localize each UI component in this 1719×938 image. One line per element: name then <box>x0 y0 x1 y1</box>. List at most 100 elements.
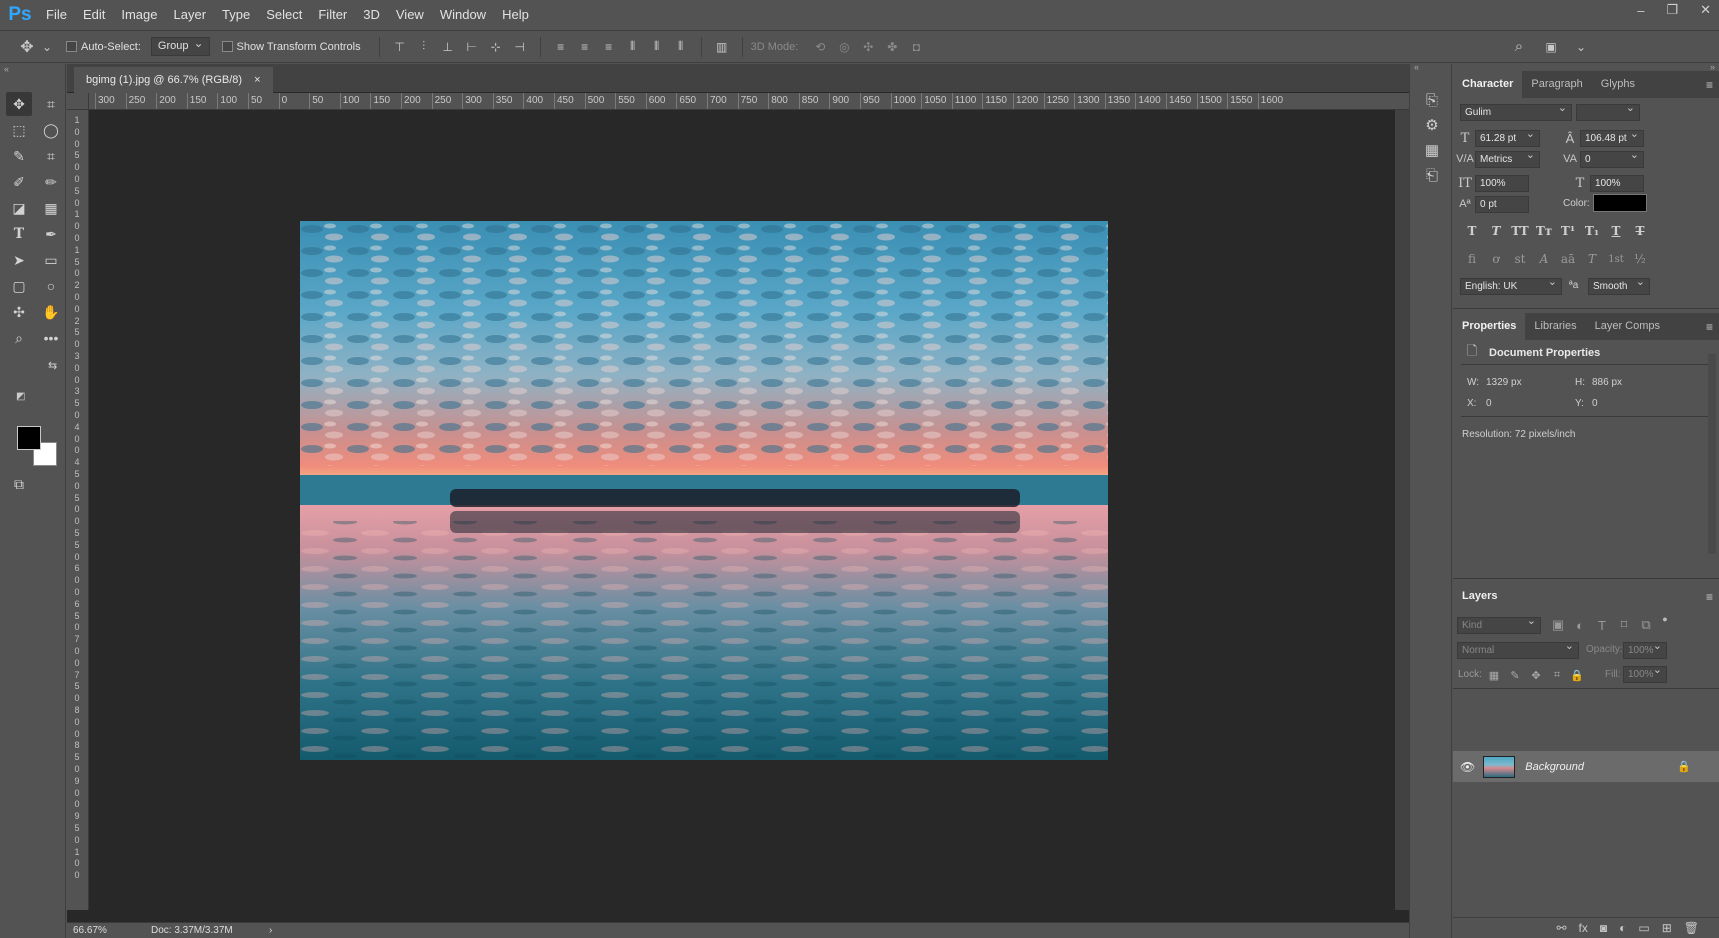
fill-field[interactable]: 100% <box>1623 663 1667 683</box>
tab-glyphs[interactable]: Glyphs <box>1592 71 1644 98</box>
brush-tool-icon[interactable]: ✏ <box>38 170 64 194</box>
superscript-button[interactable]: T¹ <box>1557 222 1579 240</box>
distribute-right-icon[interactable]: ⦀ <box>672 38 690 56</box>
workspace-chevron-icon[interactable]: ⌄ <box>1576 38 1586 56</box>
close-tab-icon[interactable]: × <box>254 74 260 86</box>
horizontal-ruler[interactable]: 300 250 200 150 100 50 0 50 100 150 200 250 300 350 40… <box>89 93 1409 110</box>
menu-layer[interactable]: Layer <box>166 0 215 29</box>
new-adjustment-icon[interactable]: ◐ <box>1619 921 1626 935</box>
paragraph-styles-icon[interactable]: ⎗ <box>1421 164 1443 186</box>
canvas-image[interactable] <box>300 221 1108 760</box>
swap-colors-icon[interactable]: ⇆ <box>48 359 57 372</box>
show-transform-option[interactable]: Show Transform Controls <box>221 41 361 53</box>
auto-align-icon[interactable]: ▥ <box>713 38 731 56</box>
filter-pixel-icon[interactable]: ▣ <box>1549 616 1567 634</box>
lock-image-icon[interactable]: ✎ <box>1506 666 1524 684</box>
tool-preset-chevron-icon[interactable]: ⌄ <box>42 38 52 56</box>
rounded-rect-tool-icon[interactable]: ▢ <box>6 274 32 298</box>
menu-help[interactable]: Help <box>494 0 537 29</box>
distribute-hcenter-icon[interactable]: ⦀ <box>648 38 666 56</box>
marquee-tool-icon[interactable]: ⬚ <box>6 118 32 142</box>
properties-scrollbar[interactable] <box>1708 354 1716 554</box>
channels-icon[interactable]: ⚙ <box>1421 114 1443 136</box>
layer-kind-filter[interactable]: Kind <box>1457 614 1541 634</box>
x-value[interactable]: 0 <box>1486 398 1492 409</box>
show-transform-checkbox[interactable] <box>221 41 233 52</box>
underline-button[interactable]: T <box>1605 222 1627 240</box>
language-select[interactable]: English: UK <box>1460 275 1562 295</box>
align-bottom-icon[interactable]: ⊥ <box>439 38 457 56</box>
eraser-tool-icon[interactable]: ◪ <box>6 196 32 220</box>
small-caps-button[interactable]: Tт <box>1533 222 1555 240</box>
more-tools-icon[interactable]: ••• <box>38 326 64 350</box>
collapse-icon[interactable]: « <box>4 64 9 74</box>
align-vcenter-icon[interactable]: ⫶ <box>415 38 433 56</box>
align-left-icon[interactable]: ⊢ <box>463 38 481 56</box>
menu-view[interactable]: View <box>388 0 432 29</box>
opacity-field[interactable]: 100% <box>1623 639 1667 659</box>
layer-row[interactable]: 👁 Background 🔒 <box>1453 751 1719 782</box>
zoom-level[interactable]: 66.67% <box>73 925 151 936</box>
subscript-button[interactable]: T₁ <box>1581 222 1603 240</box>
menu-type[interactable]: Type <box>214 0 258 29</box>
type-tool-icon[interactable]: T <box>6 222 32 246</box>
delete-layer-icon[interactable]: 🗑 <box>1684 921 1699 935</box>
lock-artboard-icon[interactable]: ⌗ <box>1548 666 1566 684</box>
zoom-tool-icon[interactable]: ⌕ <box>6 326 32 350</box>
titling-button[interactable]: T <box>1581 250 1603 268</box>
link-layers-icon[interactable]: ⚯ <box>1556 921 1566 935</box>
auto-select-checkbox[interactable] <box>66 41 77 52</box>
all-caps-button[interactable]: TT <box>1509 222 1531 240</box>
menu-select[interactable]: Select <box>258 0 310 29</box>
crop-tool-icon[interactable]: ⌗ <box>38 144 64 168</box>
quick-select-tool-icon[interactable]: ✎ <box>6 144 32 168</box>
pen-tool-icon[interactable]: ✒ <box>38 222 64 246</box>
menu-filter[interactable]: Filter <box>310 0 355 29</box>
visibility-eye-icon[interactable]: 👁 <box>1460 760 1475 774</box>
filter-shape-icon[interactable]: ⌑ <box>1615 616 1633 634</box>
fractions-button[interactable]: ½ <box>1629 250 1651 268</box>
new-layer-icon[interactable]: ⊞ <box>1662 921 1672 935</box>
tab-libraries[interactable]: Libraries <box>1525 313 1585 340</box>
menu-window[interactable]: Window <box>432 0 494 29</box>
font-family-select[interactable]: Gulim <box>1460 101 1572 121</box>
filter-toggle-icon[interactable]: ● <box>1656 610 1674 628</box>
discretionary-ligatures-button[interactable]: st <box>1509 250 1531 268</box>
menu-edit[interactable]: Edit <box>75 0 113 29</box>
baseline-shift-field[interactable]: 0 pt <box>1475 196 1529 213</box>
tab-properties[interactable]: Properties <box>1453 313 1526 340</box>
layer-name[interactable]: Background <box>1525 761 1584 773</box>
menu-image[interactable]: Image <box>113 0 165 29</box>
rectangle-tool-icon[interactable]: ▭ <box>38 248 64 272</box>
antialias-select[interactable]: Smooth <box>1588 275 1650 295</box>
font-size-field[interactable]: 61.28 pt <box>1475 127 1540 147</box>
lock-position-icon[interactable]: ✥ <box>1527 666 1545 684</box>
old-style-button[interactable]: ơ <box>1485 250 1507 268</box>
ruler-origin[interactable] <box>67 93 89 110</box>
align-right-icon[interactable]: ⊣ <box>511 38 529 56</box>
distribute-bottom-icon[interactable]: ≡ <box>600 38 618 56</box>
minimize-button[interactable]: – <box>1637 3 1644 18</box>
kerning-field[interactable]: Metrics <box>1475 148 1540 168</box>
layer-lock-icon[interactable]: 🔒 <box>1677 760 1691 773</box>
document-tab[interactable]: bgimg (1).jpg @ 66.7% (RGB/8) × <box>74 67 273 93</box>
lasso-tool-icon[interactable]: ◯ <box>38 118 64 142</box>
swash-button[interactable]: A <box>1533 250 1555 268</box>
faux-italic-button[interactable]: T <box>1485 222 1507 240</box>
ellipse-tool-icon[interactable]: ○ <box>38 274 64 298</box>
menu-file[interactable]: File <box>38 0 75 29</box>
text-color-swatch[interactable] <box>1593 194 1647 212</box>
align-hcenter-icon[interactable]: ⊹ <box>487 38 505 56</box>
artboard-tool-icon[interactable]: ⌗ <box>38 92 64 116</box>
strikethrough-button[interactable]: T <box>1629 222 1651 240</box>
blend-mode-select[interactable]: Normal <box>1457 639 1579 659</box>
ordinals-button[interactable]: 1st <box>1605 250 1627 268</box>
filter-smart-object-icon[interactable]: ⧉ <box>1637 616 1655 634</box>
tab-layer-comps[interactable]: Layer Comps <box>1586 313 1669 340</box>
tab-character[interactable]: Character <box>1453 71 1523 98</box>
auto-select-dropdown[interactable]: Group <box>150 35 210 56</box>
vertical-scale-field[interactable]: 100% <box>1475 175 1529 192</box>
horizontal-scale-field[interactable]: 100% <box>1590 175 1644 192</box>
add-mask-icon[interactable]: ◙ <box>1600 921 1607 935</box>
distribute-left-icon[interactable]: ⦀ <box>624 38 642 56</box>
